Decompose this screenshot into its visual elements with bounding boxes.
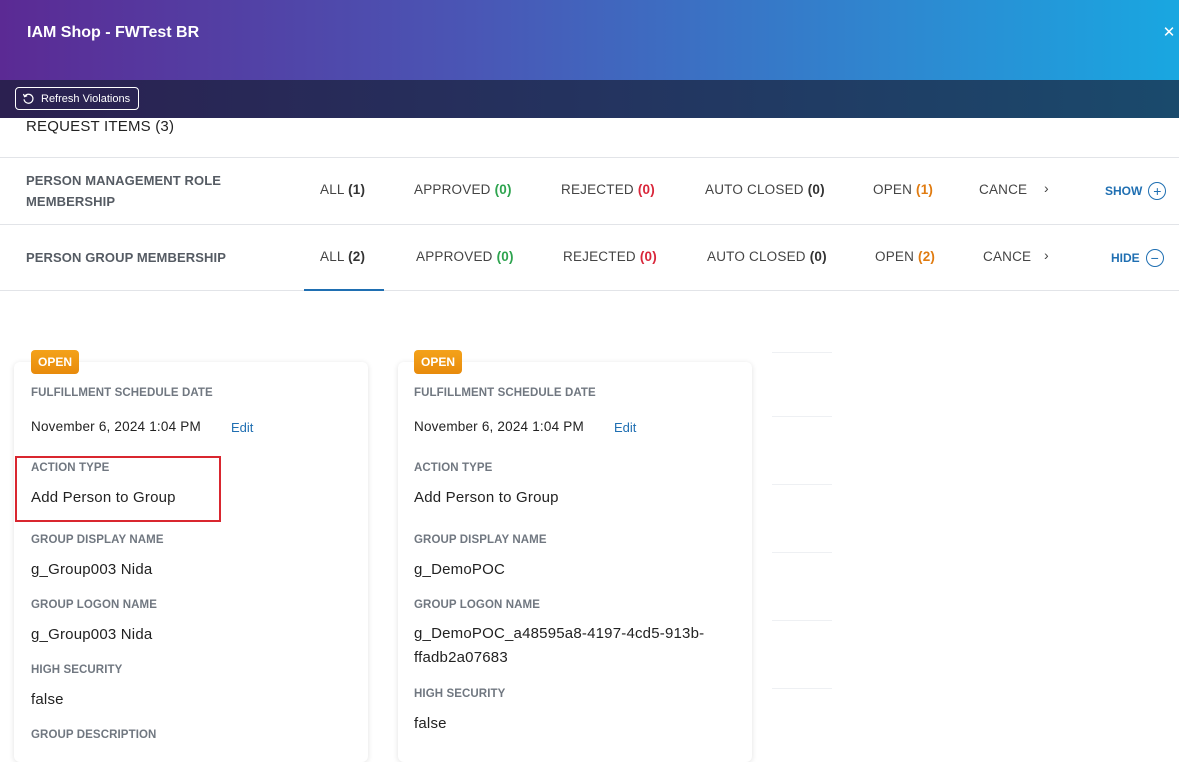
tab-cancelled[interactable]: CANCELLED xyxy=(983,249,1031,264)
tab-rejected[interactable]: REJECTED (0) xyxy=(561,182,655,197)
group-display-name-label: GROUP DISPLAY NAME xyxy=(414,534,547,546)
window-title: IAM Shop - FWTest BR xyxy=(27,24,200,41)
plus-circle-icon: + xyxy=(1148,182,1167,200)
hide-toggle[interactable]: HIDE − xyxy=(1111,249,1164,267)
high-security-label: HIGH SECURITY xyxy=(414,688,506,700)
toolbar: Refresh Violations xyxy=(0,80,1179,118)
status-badge: OPEN xyxy=(31,350,80,374)
modal-header: IAM Shop - FWTest BR ✕ xyxy=(0,0,1179,80)
divider xyxy=(772,416,832,417)
request-items-title: REQUEST ITEMS (3) xyxy=(26,118,175,135)
tab-approved[interactable]: APPROVED (0) xyxy=(414,182,512,197)
divider xyxy=(772,552,832,553)
tab-all[interactable]: ALL (1) xyxy=(320,182,365,197)
active-tab-indicator xyxy=(304,289,384,291)
group-logon-name-value: g_Group003 Nida xyxy=(31,626,153,643)
request-item-row-role-membership: PERSON MANAGEMENT ROLE MEMBERSHIP ALL (1… xyxy=(0,157,1179,225)
group-display-name-value: g_DemoPOC xyxy=(414,561,506,578)
high-security-value: false xyxy=(31,691,64,708)
group-display-name-label: GROUP DISPLAY NAME xyxy=(31,534,164,546)
schedule-date-value: November 6, 2024 1:04 PM xyxy=(31,419,201,434)
divider xyxy=(772,484,832,485)
divider xyxy=(772,352,832,353)
refresh-violations-button[interactable]: Refresh Violations xyxy=(15,87,140,110)
status-badge: OPEN xyxy=(414,350,463,374)
tab-cancelled[interactable]: CANCELLED xyxy=(979,182,1027,197)
edit-schedule-link[interactable]: Edit xyxy=(231,420,253,435)
group-logon-name-label: GROUP LOGON NAME xyxy=(31,599,157,611)
tab-auto-closed[interactable]: AUTO CLOSED (0) xyxy=(705,182,825,197)
divider xyxy=(772,688,832,689)
tab-auto-closed[interactable]: AUTO CLOSED (0) xyxy=(707,249,827,264)
request-item-label: PERSON MANAGEMENT ROLE MEMBERSHIP xyxy=(26,173,222,209)
edit-schedule-link[interactable]: Edit xyxy=(614,420,636,435)
group-logon-name-value: g_DemoPOC_a48595a8-4197-4cd5-913b-ffadb2… xyxy=(414,625,705,666)
schedule-date-value: November 6, 2024 1:04 PM xyxy=(414,419,584,434)
group-display-name-value: g_Group003 Nida xyxy=(31,561,153,578)
request-item-label: PERSON GROUP MEMBERSHIP xyxy=(26,250,226,265)
tab-all[interactable]: ALL (2) xyxy=(320,249,365,264)
chevron-right-icon[interactable]: › xyxy=(1044,247,1049,263)
tab-open[interactable]: OPEN (2) xyxy=(875,249,935,264)
action-type-label: ACTION TYPE xyxy=(414,462,493,474)
group-description-label: GROUP DESCRIPTION xyxy=(31,729,157,741)
tab-approved[interactable]: APPROVED (0) xyxy=(416,249,514,264)
close-icon[interactable]: ✕ xyxy=(1159,22,1179,44)
group-logon-name-label: GROUP LOGON NAME xyxy=(414,599,540,611)
schedule-date-label: FULFILLMENT SCHEDULE DATE xyxy=(31,387,213,399)
show-toggle[interactable]: SHOW + xyxy=(1105,182,1167,200)
request-item-row-group-membership: PERSON GROUP MEMBERSHIP ALL (2) APPROVED… xyxy=(0,224,1179,291)
action-type-value: Add Person to Group xyxy=(414,489,559,506)
divider xyxy=(772,620,832,621)
chevron-right-icon[interactable]: › xyxy=(1044,180,1049,196)
refresh-icon xyxy=(22,93,34,104)
tab-open[interactable]: OPEN (1) xyxy=(873,182,933,197)
minus-circle-icon: − xyxy=(1145,249,1164,267)
tab-rejected[interactable]: REJECTED (0) xyxy=(563,249,657,264)
schedule-date-label: FULFILLMENT SCHEDULE DATE xyxy=(414,387,596,399)
high-security-value: false xyxy=(414,715,447,732)
high-security-label: HIGH SECURITY xyxy=(31,664,123,676)
highlight-box xyxy=(15,456,221,522)
refresh-violations-label: Refresh Violations xyxy=(41,92,131,105)
